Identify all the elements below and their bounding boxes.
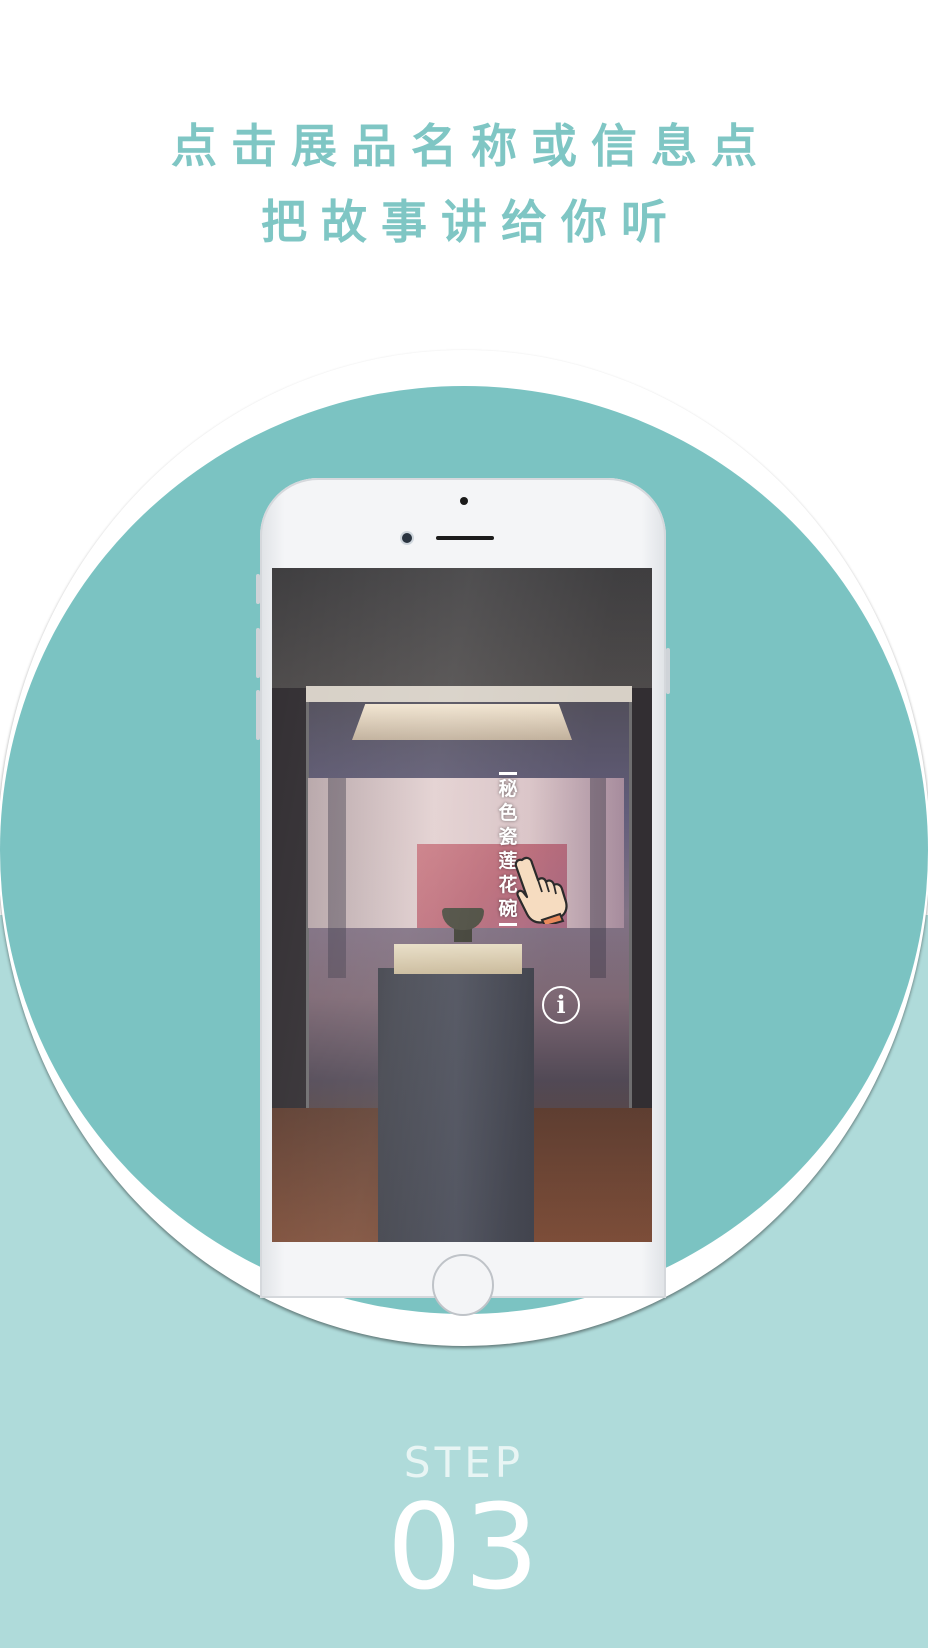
- headline-line-2: 把故事讲给你听: [261, 195, 681, 249]
- earpiece-speaker: [436, 536, 494, 540]
- phone-power-button: [666, 648, 670, 694]
- pointing-hand-icon: [514, 856, 568, 924]
- home-button: [432, 1254, 494, 1316]
- onboarding-step-page: 点击展品名称或信息点 把故事讲给你听 秘色瓷莲花碗 i STEP 03: [0, 0, 928, 1648]
- info-icon[interactable]: i: [542, 986, 580, 1024]
- phone-mockup: 秘色瓷莲花碗 i: [256, 478, 670, 1316]
- headline: 点击展品名称或信息点 把故事讲给你听: [0, 108, 928, 260]
- glass-reflection: [272, 568, 652, 1242]
- phone-volume-up: [256, 628, 260, 678]
- phone-mute-switch: [256, 574, 260, 604]
- step-number: 03: [386, 1478, 542, 1616]
- front-camera: [402, 533, 412, 543]
- proximity-sensor: [460, 497, 468, 505]
- phone-screen: 秘色瓷莲花碗 i: [272, 568, 652, 1242]
- phone-volume-down: [256, 690, 260, 740]
- headline-line-1: 点击展品名称或信息点: [171, 119, 771, 173]
